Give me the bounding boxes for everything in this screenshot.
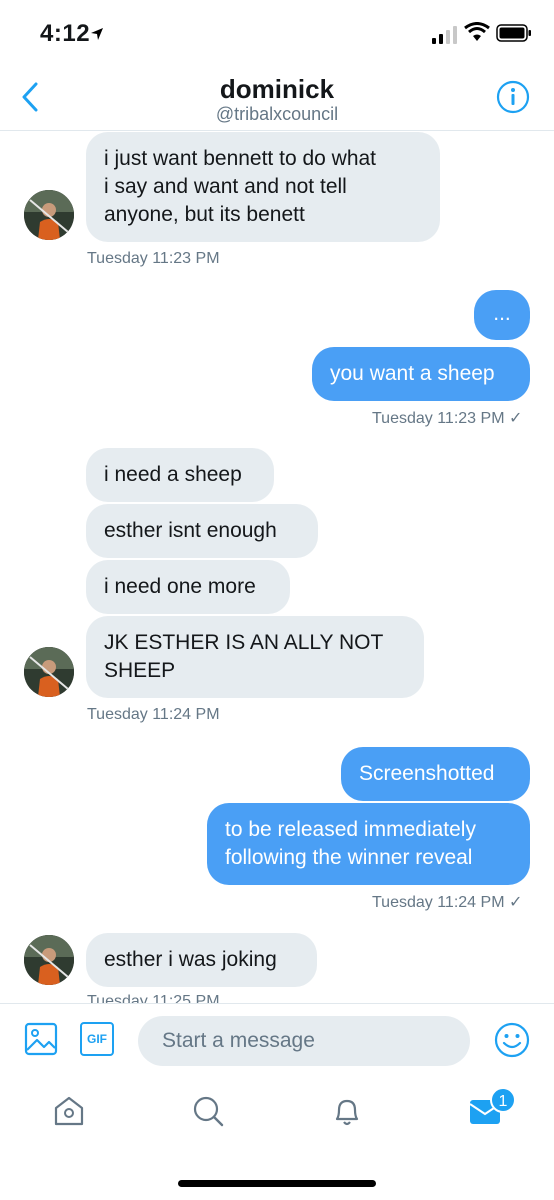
tab-notifications[interactable]	[330, 1094, 364, 1128]
smiley-icon	[494, 1022, 530, 1058]
wifi-icon	[464, 22, 490, 41]
gif-button[interactable]: GIF	[80, 1022, 114, 1056]
image-upload-button[interactable]	[24, 1022, 58, 1056]
message-list[interactable]: i just want bennett to do what i say and…	[0, 131, 554, 1003]
composer-divider	[0, 1003, 554, 1004]
cellular-signal-icon	[432, 26, 457, 44]
emoji-button[interactable]	[494, 1022, 530, 1058]
message-timestamp: Tuesday 11:24 PM	[87, 706, 220, 723]
message-timestamp: Tuesday 11:23 PM	[87, 250, 220, 267]
battery-icon	[496, 24, 531, 42]
bell-icon	[335, 1099, 359, 1126]
outgoing-message[interactable]: you want a sheep	[312, 347, 530, 401]
conversation-handle: @tribalxcouncil	[215, 104, 339, 124]
incoming-message[interactable]: JK ESTHER IS AN ALLY NOT SHEEP	[86, 616, 424, 698]
home-indicator	[178, 1180, 376, 1187]
info-icon	[496, 80, 530, 114]
tab-home[interactable]	[52, 1094, 86, 1128]
avatar[interactable]	[24, 190, 74, 240]
gif-label: GIF	[87, 1032, 107, 1046]
info-button[interactable]	[496, 80, 530, 114]
outgoing-message[interactable]: ...	[474, 290, 530, 340]
message-timestamp: Tuesday 11:24 PM ✓	[372, 894, 523, 911]
incoming-message[interactable]: i need one more	[86, 560, 290, 614]
avatar[interactable]	[24, 647, 74, 697]
search-icon	[193, 1096, 224, 1127]
incoming-message[interactable]: esther isnt enough	[86, 504, 318, 558]
tab-search[interactable]	[191, 1094, 225, 1128]
status-time: 4:12	[40, 20, 91, 47]
incoming-message[interactable]: esther i was joking	[86, 933, 317, 987]
messages-badge: 1	[490, 1087, 516, 1113]
avatar[interactable]	[24, 935, 74, 985]
message-timestamp: Tuesday 11:23 PM ✓	[372, 410, 523, 427]
outgoing-message[interactable]: to be released immediately following the…	[207, 803, 530, 885]
location-arrow-icon	[91, 28, 103, 40]
incoming-message[interactable]: i just want bennett to do what i say and…	[86, 132, 440, 242]
home-icon	[54, 1096, 84, 1126]
conversation-title: dominick	[219, 74, 335, 104]
message-input[interactable]	[138, 1016, 470, 1066]
incoming-message[interactable]: i need a sheep	[86, 448, 274, 502]
message-timestamp: Tuesday 11:25 PM	[87, 993, 220, 1003]
outgoing-message[interactable]: Screenshotted	[341, 747, 530, 801]
image-icon	[24, 1022, 58, 1056]
